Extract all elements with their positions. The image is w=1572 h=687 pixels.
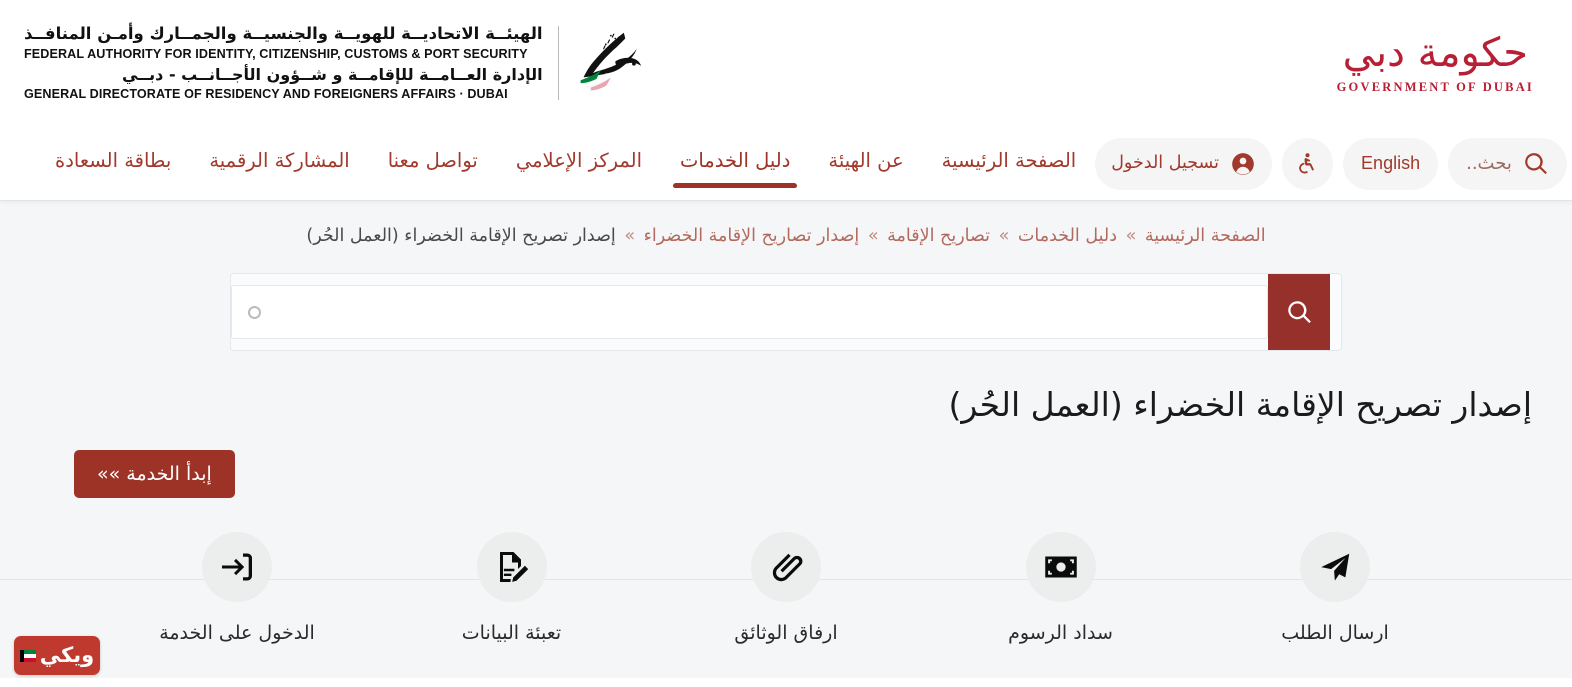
header-search-button[interactable]: بحث.. — [1448, 137, 1567, 190]
start-service-row: إبدأ الخدمة »» — [0, 424, 1572, 499]
uae-flag-icon — [19, 649, 36, 662]
document-edit-icon — [499, 552, 528, 583]
logo-divider — [557, 26, 560, 101]
steps-list: الدخول على الخدمة تعبئة البيانات ارفاق ا… — [0, 532, 1572, 644]
step-label: تعبئة البيانات — [461, 622, 562, 645]
federal-english-line-2: GENERAL DIRECTORATE OF RESIDENCY AND FOR… — [24, 86, 508, 101]
circle-glyph-icon — [248, 305, 261, 319]
step-label: سداد الرسوم — [1008, 622, 1113, 645]
federal-english-line-1: FEDERAL AUTHORITY FOR IDENTITY, CITIZENS… — [24, 46, 528, 61]
service-search-panel — [230, 273, 1342, 352]
login-button[interactable]: تسجيل الدخول — [1095, 137, 1273, 190]
step-item-pay-fees[interactable]: سداد الرسوم — [976, 532, 1146, 644]
nav-item-media-center[interactable]: المركز الإعلامي — [497, 143, 661, 184]
breadcrumb-item-5-current: إصدار تصريح الإقامة الخضراء (العمل الحُر… — [306, 226, 616, 246]
wiki-watermark-badge: ويكي — [14, 636, 100, 675]
magnifier-icon — [1525, 152, 1547, 174]
site-header: حكومة دبي GOVERNMENT OF DUBAI الهيئــة ا… — [0, 0, 1572, 127]
language-switch-button[interactable]: English — [1343, 137, 1439, 190]
page-root: حكومة دبي GOVERNMENT OF DUBAI الهيئــة ا… — [0, 0, 1572, 687]
login-label: تسجيل الدخول — [1111, 153, 1220, 174]
nav-item-services-guide[interactable]: دليل الخدمات — [661, 143, 809, 188]
federal-logo-text: الهيئــة الاتحاديــة للهويــة والجنسيــة… — [24, 23, 545, 103]
nav-item-digital-participation[interactable]: المشاركة الرقمية — [190, 143, 368, 184]
service-steps: الدخول على الخدمة تعبئة البيانات ارفاق ا… — [0, 532, 1572, 677]
service-search-field[interactable] — [231, 285, 1268, 340]
breadcrumb-separator: » — [1125, 226, 1137, 246]
gov-logo-latin: GOVERNMENT OF DUBAI — [1336, 79, 1534, 94]
nav-item-home[interactable]: الصفحة الرئيسية — [923, 143, 1096, 184]
language-label: English — [1361, 153, 1421, 173]
search-icon — [1287, 300, 1311, 323]
breadcrumb: الصفحة الرئيسية » دليل الخدمات » تصاريح … — [0, 201, 1572, 265]
service-search-input[interactable] — [261, 302, 1251, 323]
paperclip-icon — [772, 554, 803, 582]
step-label: ارسال الطلب — [1281, 622, 1389, 645]
service-search-submit-button[interactable] — [1268, 274, 1330, 351]
breadcrumb-item-4[interactable]: إصدار تصاريح الإقامة الخضراء — [644, 226, 860, 246]
bottom-white-strip — [0, 678, 1572, 687]
nav-tools: بحث.. English تسجيل الدخول — [1095, 137, 1567, 190]
step-icon-circle — [202, 532, 272, 603]
wheelchair-icon — [1299, 153, 1315, 174]
step-icon-circle — [751, 532, 821, 603]
gov-logo-arabic: حكومة دبي — [1342, 29, 1529, 76]
federal-arabic-line-1: الهيئــة الاتحاديــة للهويــة والجنسيــة… — [24, 24, 543, 44]
step-icon-circle — [1025, 532, 1096, 603]
banknote-icon — [1044, 556, 1077, 578]
step-item-submit-request[interactable]: ارسال الطلب — [1250, 532, 1420, 644]
paper-plane-icon — [1321, 554, 1350, 581]
accessibility-button[interactable] — [1282, 137, 1334, 190]
step-item-attach-documents[interactable]: ارفاق الوثائق — [701, 532, 871, 644]
federal-arabic-line-2: الإدارة العــامــة للإقامــة و شــؤون ال… — [122, 65, 543, 85]
breadcrumb-separator: » — [624, 226, 636, 246]
start-service-button[interactable]: إبدأ الخدمة »» — [74, 450, 235, 499]
step-icon-circle — [1300, 532, 1370, 603]
page-title: إصدار تصريح الإقامة الخضراء (العمل الحُر… — [948, 385, 1532, 425]
breadcrumb-item-1[interactable]: الصفحة الرئيسية — [1145, 226, 1266, 246]
nav-item-happiness-card[interactable]: بطاقة السعادة — [36, 143, 190, 184]
breadcrumb-separator: » — [998, 226, 1010, 246]
step-item-fill-data[interactable]: تعبئة البيانات — [427, 532, 597, 644]
watermark-label: ويكي — [39, 643, 95, 667]
nav-item-contact-us[interactable]: تواصل معنا — [369, 143, 497, 184]
nav-item-about[interactable]: عن الهيئة — [809, 143, 922, 184]
breadcrumb-item-3[interactable]: تصاريح الإقامة — [887, 226, 990, 246]
breadcrumb-item-2[interactable]: دليل الخدمات — [1018, 226, 1117, 246]
nav-links: الصفحة الرئيسية عن الهيئة دليل الخدمات ا… — [36, 143, 1096, 188]
sign-in-icon — [222, 553, 252, 581]
main-navigation-bar: الصفحة الرئيسية عن الهيئة دليل الخدمات ا… — [0, 127, 1572, 201]
step-item-login[interactable]: الدخول على الخدمة — [152, 532, 322, 644]
falcon-emblem-icon — [580, 33, 642, 91]
federal-authority-logo[interactable]: الهيئــة الاتحاديــة للهويــة والجنسيــة… — [24, 23, 644, 103]
step-label: ارفاق الوثائق — [734, 622, 838, 645]
user-account-icon — [1232, 152, 1254, 175]
step-icon-circle — [476, 532, 547, 603]
step-label: الدخول على الخدمة — [159, 622, 315, 645]
header-search-label: بحث.. — [1466, 153, 1512, 174]
breadcrumb-separator: » — [867, 226, 879, 246]
government-of-dubai-logo[interactable]: حكومة دبي GOVERNMENT OF DUBAI — [1337, 33, 1534, 95]
